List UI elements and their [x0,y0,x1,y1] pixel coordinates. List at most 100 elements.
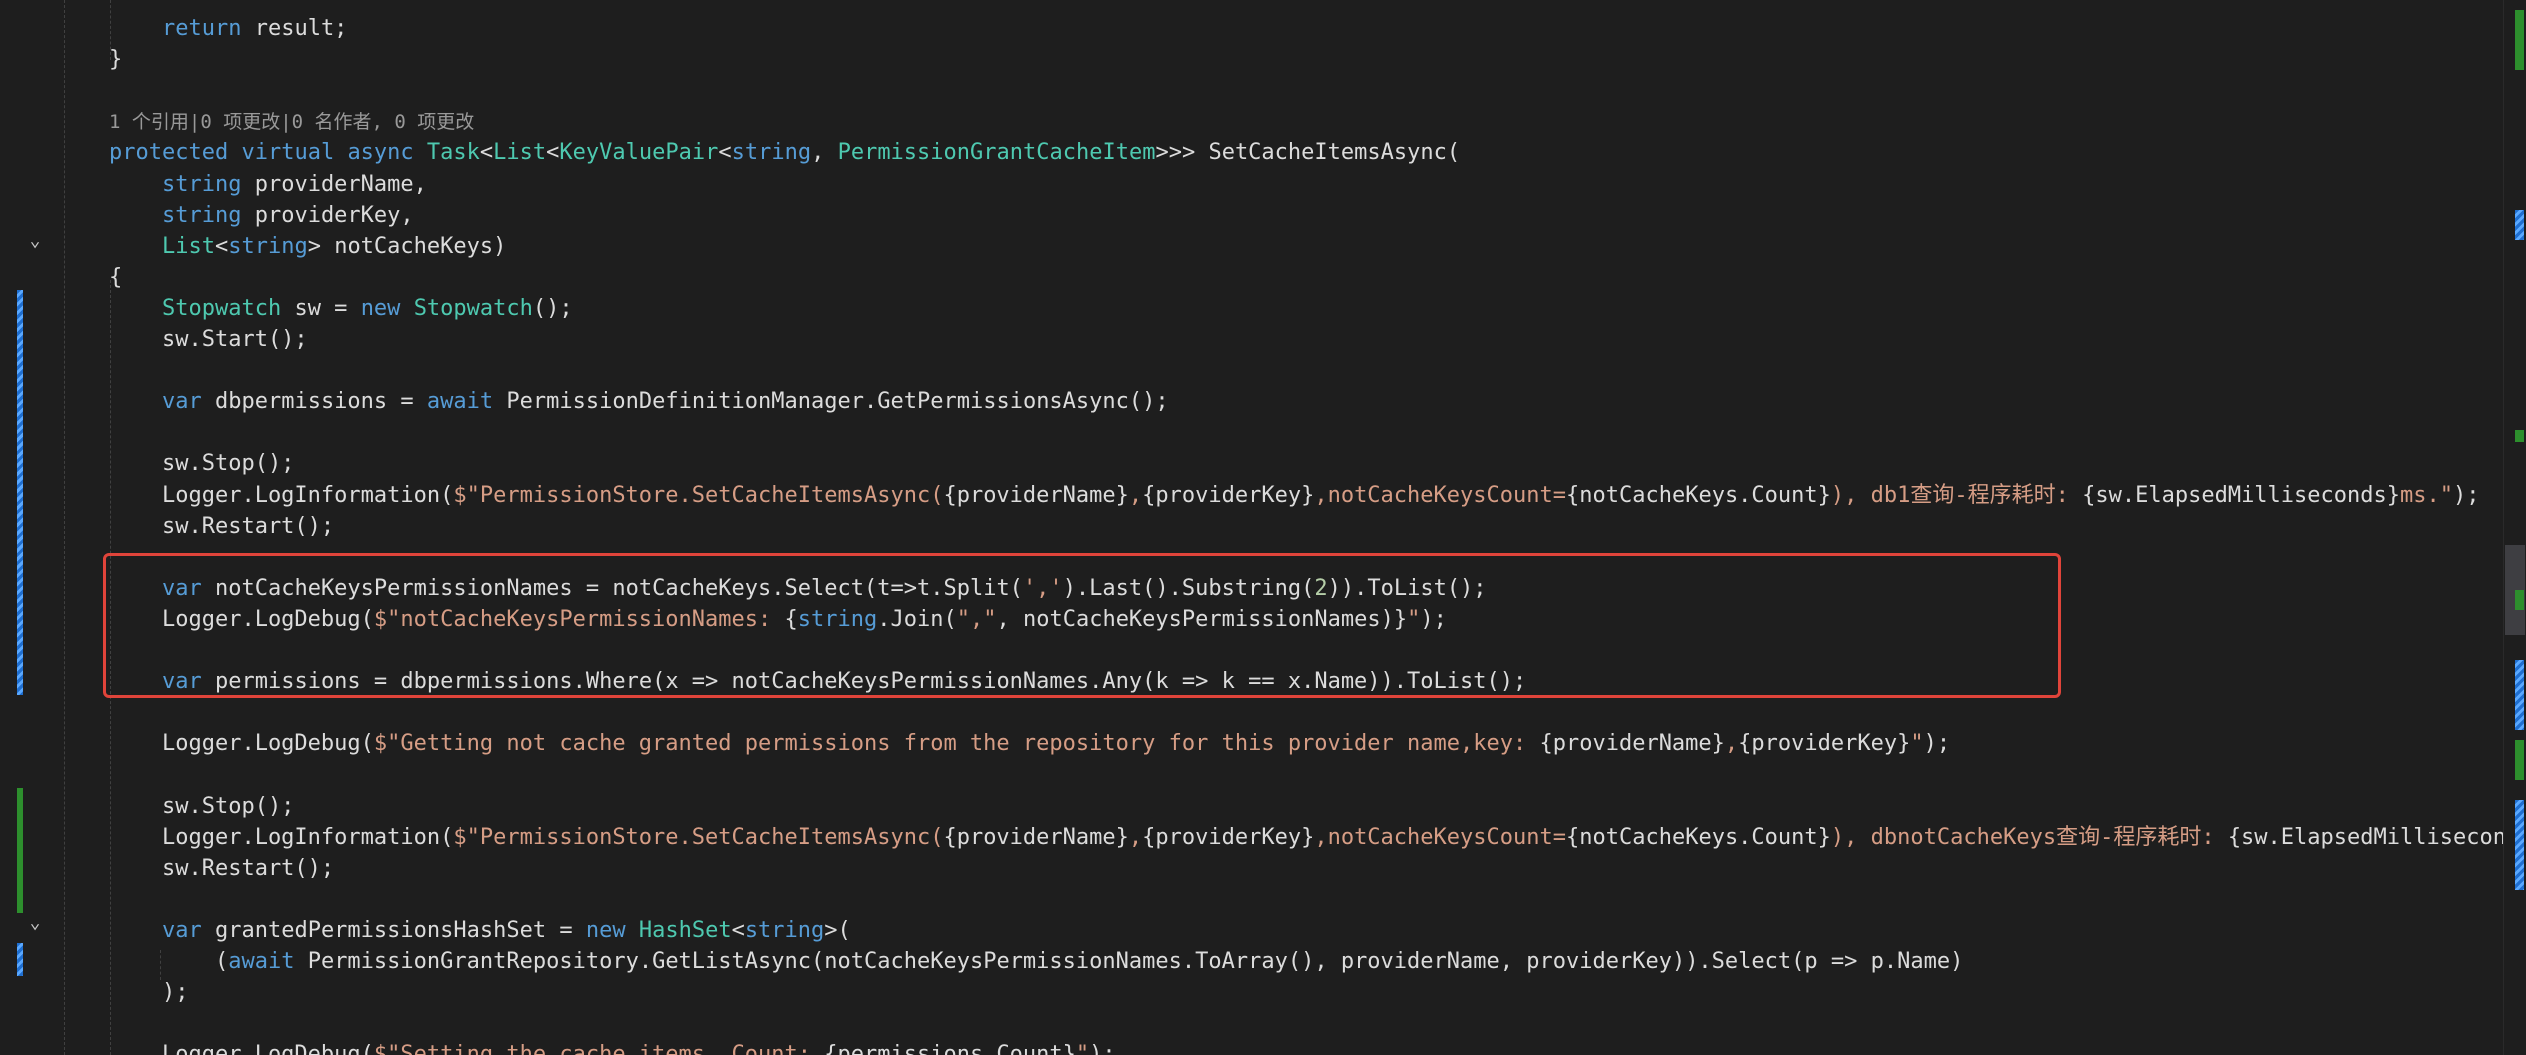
code-token: ); [1923,731,1951,757]
scrollbar-change-marker [2515,590,2524,610]
code-line: sw.Restart(); [109,511,334,542]
editor-gutter: ⌄ ⌄ [0,0,80,1055]
scrollbar-change-marker [2515,430,2524,442]
code-token: providerKey, [241,202,414,228]
fold-chevron-icon[interactable]: ⌄ [28,914,42,932]
code-token: await [426,389,494,415]
code-line: string providerKey, [109,200,414,231]
code-token: string [161,171,242,197]
code-token: 1 个引用|0 项更改|0 名作者, 0 项更改 [109,111,475,134]
code-line: var dbpermissions = await PermissionDefi… [109,386,1169,417]
code-token: List [493,140,547,166]
code-line: { [109,262,122,293]
code-token: sw.Restart(); [109,513,335,539]
code-token: $"PermissionStore.SetCacheItemsAsync( [453,482,944,508]
code-token: ); [2453,482,2480,508]
code-line: ); [109,977,189,1008]
code-line: var grantedPermissionsHashSet = new Hash… [109,915,851,946]
code-line: (await PermissionGrantRepository.GetList… [109,946,1963,977]
highlight-annotation-box [103,553,2061,698]
code-token: {providerKey} [1142,824,1315,850]
code-token: List [161,233,215,259]
code-token: new [360,295,401,321]
scrollbar-change-marker [2515,740,2524,780]
code-token: ), db1查询-程序耗时: [1830,482,2083,508]
code-token: Logger.LogInformation( [109,482,454,508]
code-token: protected [109,140,229,166]
code-token: $"Getting not cache granted permissions … [373,731,1540,757]
code-token: < [546,140,560,166]
code-token: ms." [2400,482,2453,508]
code-token: virtual [241,140,335,166]
code-line: } [109,44,122,75]
code-line: List<string> notCacheKeys) [109,231,506,262]
code-token: sw.Restart(); [109,855,335,881]
code-line: sw.Stop(); [109,791,294,822]
change-indicator-modified [17,943,23,976]
code-token: {providerName} [943,482,1129,508]
code-token: sw.Start(); [109,327,308,352]
code-token: (); [532,295,573,321]
code-token: Stopwatch [161,295,282,321]
code-token: < [479,140,494,166]
code-token: >( [824,917,851,943]
code-token: await [228,949,295,974]
code-token: var [161,389,202,415]
code-line: string providerName, [109,169,427,200]
scrollbar-change-marker [2515,800,2524,890]
code-token: providerName, [241,171,427,197]
code-token: {providerName} [943,824,1129,850]
outline-line [64,0,65,1055]
codelens-info[interactable]: 1 个引用|0 项更改|0 名作者, 0 项更改 [109,106,474,137]
code-line: Logger.LogDebug($"Getting not cache gran… [109,728,1950,759]
code-token: Stopwatch [413,295,533,321]
change-indicator-added [17,788,23,913]
code-token: {providerKey} [1738,731,1911,757]
code-token: {notCacheKeys.Count} [1566,482,1831,508]
code-token: grantedPermissionsHashSet = [201,917,586,943]
code-token: {notCacheKeys.Count} [1566,824,1831,850]
code-line: protected virtual async Task<List<KeyVal… [109,137,1460,168]
code-token: ); [1089,1042,1116,1055]
code-token: > notCacheKeys) [307,233,507,259]
code-token: >>> SetCacheItemsAsync( [1155,140,1461,166]
code-token: Logger.LogInformation( [109,824,454,850]
code-token: < [214,233,229,259]
code-line: sw.Restart(); [109,853,334,884]
code-token: < [731,917,745,943]
code-area[interactable]: return result;} 1 个引用|0 项更改|0 名作者, 0 项更改 p… [80,0,2504,1055]
code-token: " [1075,1042,1090,1055]
code-token: ,notCacheKeysCount= [1314,482,1566,508]
code-token: string [731,140,812,166]
change-indicator-modified [17,290,23,695]
code-token: < [718,140,732,166]
code-token: async [347,140,414,166]
code-token: PermissionGrantCacheItem [837,140,1156,166]
code-line: Logger.LogInformation($"PermissionStore.… [109,822,2504,853]
code-token: {sw.ElapsedMilliseconds} [2082,482,2401,508]
code-token: Logger.LogDebug( [109,731,374,757]
code-editor[interactable]: ⌄ ⌄ return result;} 1 个引用|0 项更改|0 名作者, 0 … [0,0,2526,1055]
code-token: result; [241,16,348,41]
code-token: sw.Stop(); [109,793,295,819]
code-line: sw.Start(); [109,324,308,355]
code-token: $"PermissionStore.SetCacheItemsAsync( [453,824,944,850]
vertical-scrollbar[interactable] [2503,0,2526,1055]
code-token: KeyValuePair [559,140,719,166]
fold-chevron-icon[interactable]: ⌄ [28,232,42,250]
code-token: {permissions.Count} [824,1042,1076,1055]
code-token: , [811,140,838,166]
code-token: dbpermissions = [201,389,427,415]
code-token: string [744,917,825,943]
code-token: ); [109,980,189,1006]
code-token: , [1724,731,1739,757]
code-token: {sw.ElapsedMilliseconds} [2227,824,2504,850]
